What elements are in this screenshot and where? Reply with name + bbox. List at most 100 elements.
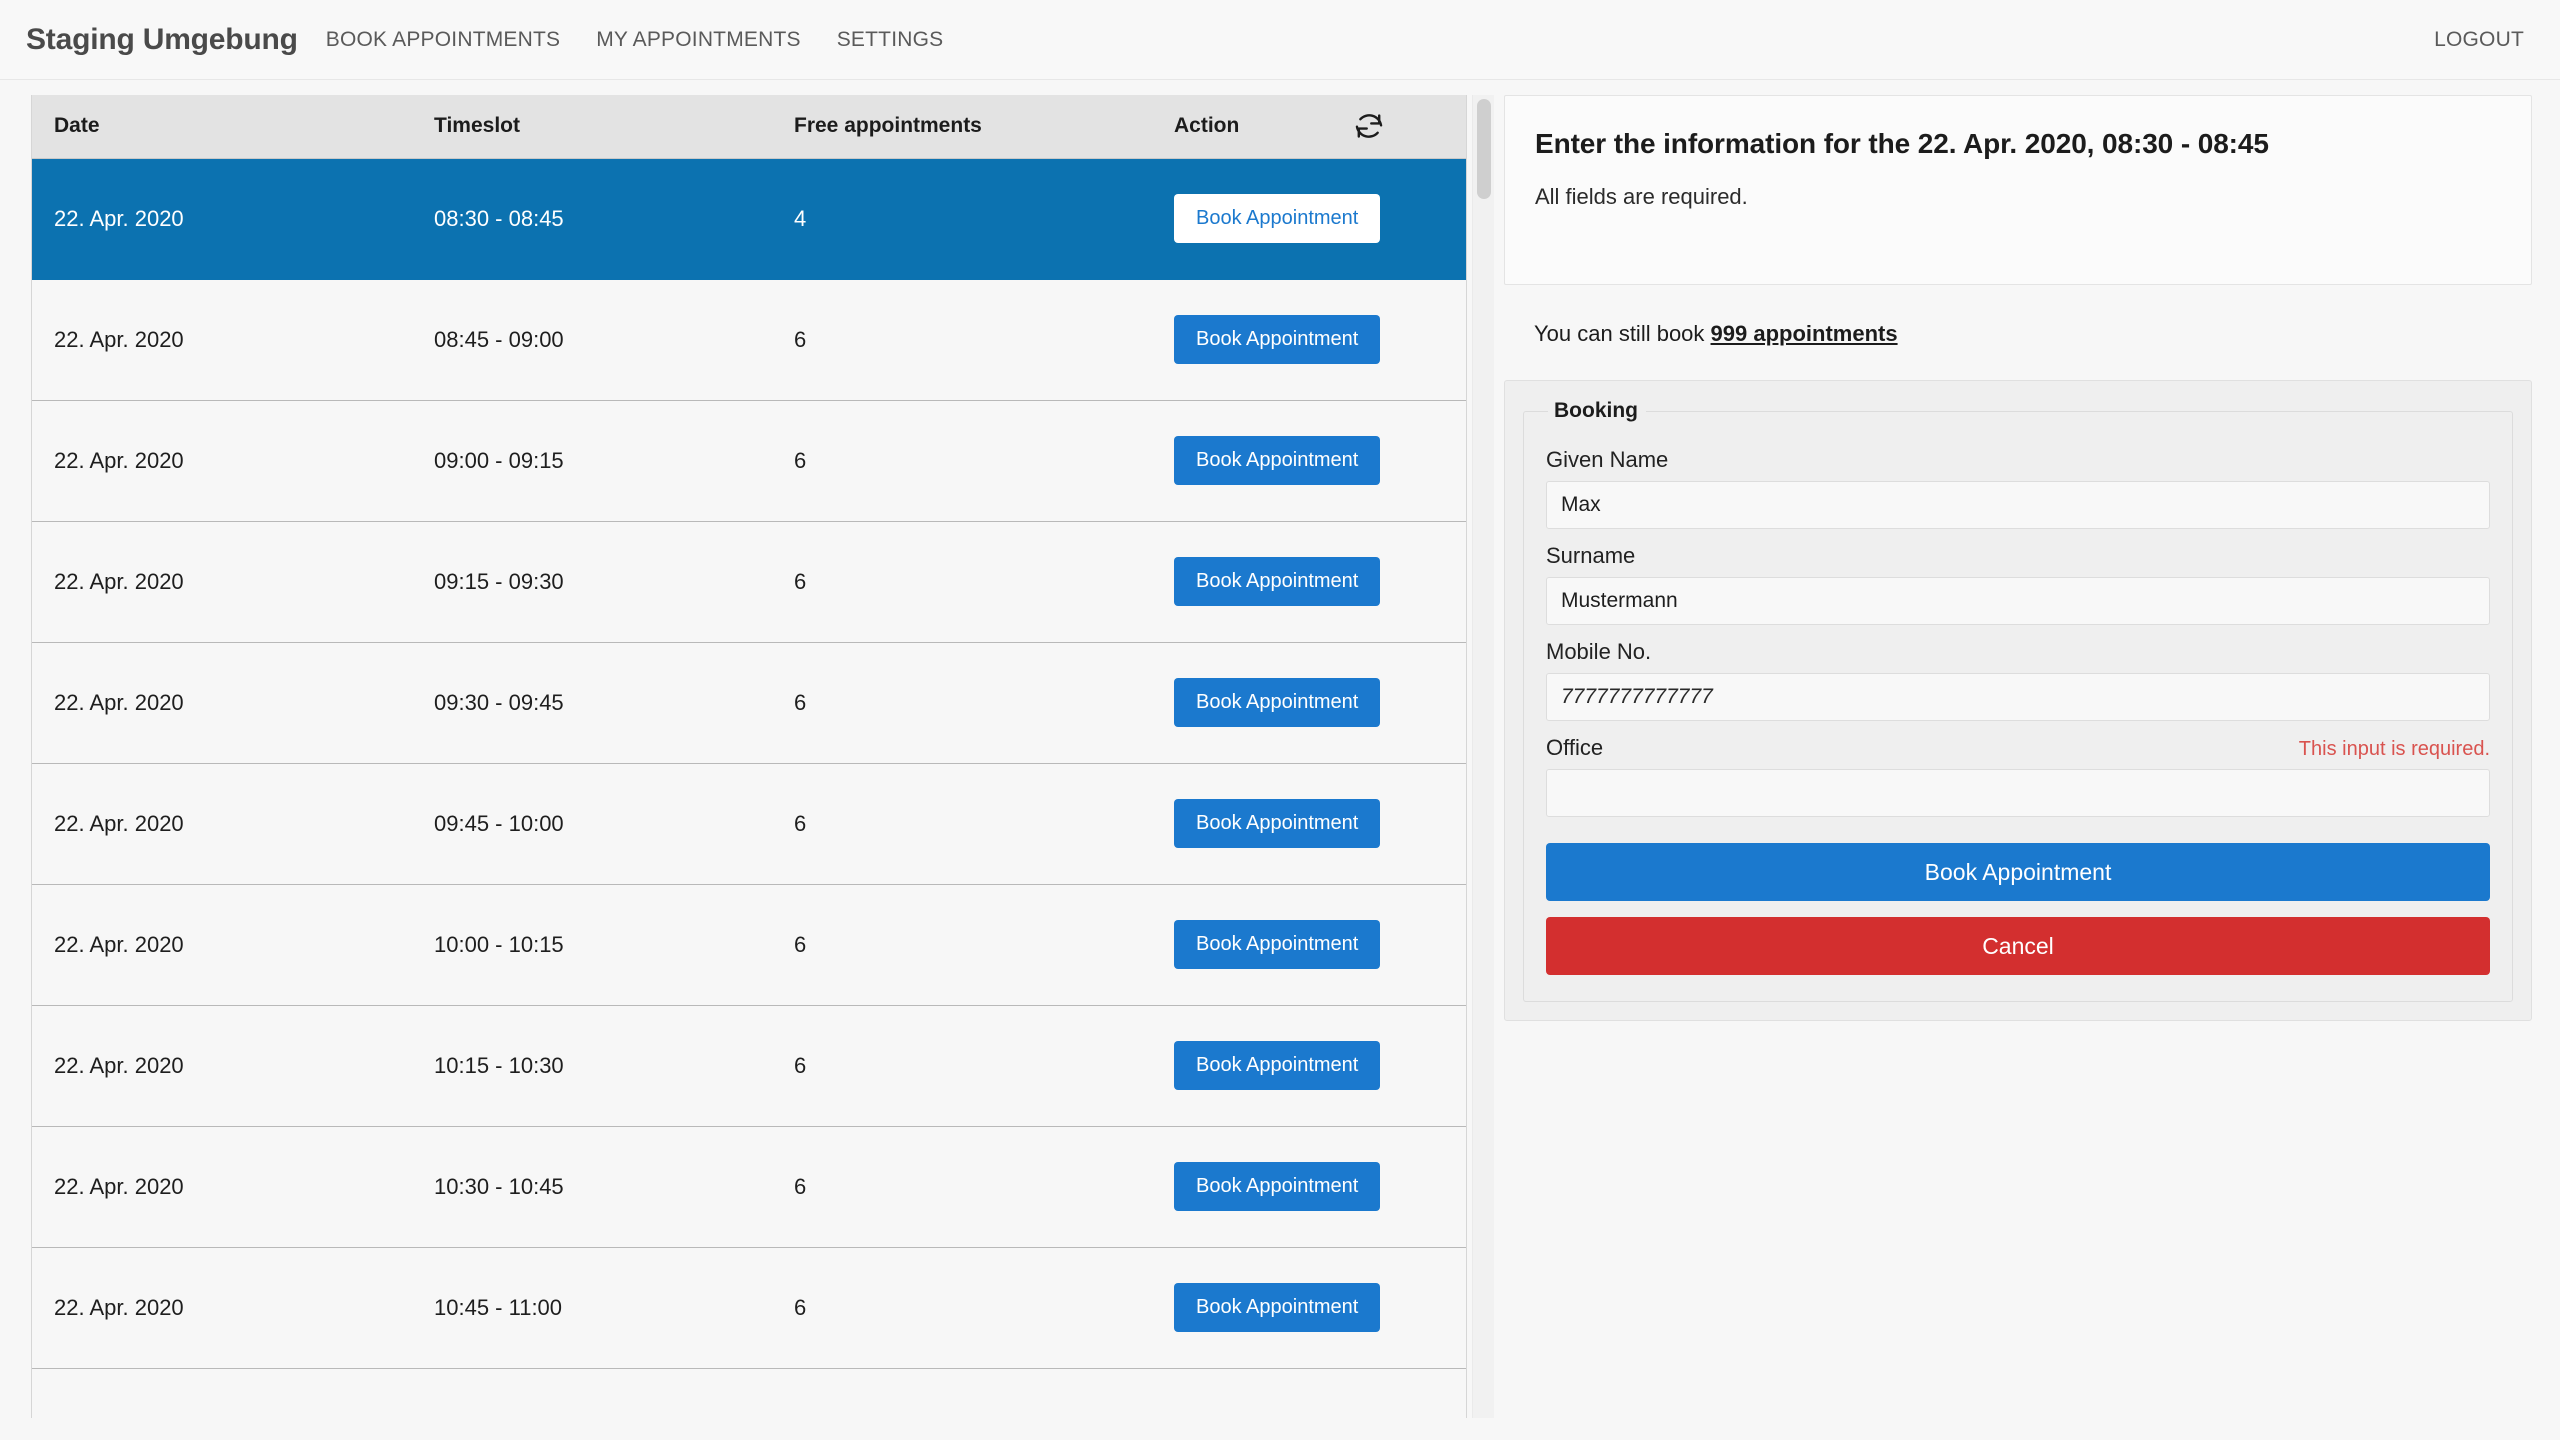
table-row[interactable]: 22. Apr. 202010:30 - 10:456 Book Appointm…: [32, 1126, 1466, 1247]
given-name-input[interactable]: [1546, 481, 2490, 529]
office-error-message: This input is required.: [2299, 738, 2490, 761]
row-book-appointment-button[interactable]: Book Appointment: [1174, 194, 1380, 243]
table-row[interactable]: 22. Apr. 202009:45 - 10:006Book Appointm…: [32, 763, 1466, 884]
row-book-appointment-button[interactable]: Book Appointment: [1174, 678, 1380, 727]
table-row[interactable]: 22. Apr. 202010:15 - 10:306 Book Appointm…: [32, 1005, 1466, 1126]
cell-timeslot: 10:45 - 11:00: [412, 1247, 772, 1368]
top-navbar: Staging Umgebung BOOK APPOINTMENTS MY AP…: [0, 0, 2560, 80]
booking-fieldset: Booking Given Name Surname Mobile No.: [1523, 399, 2513, 1002]
info-card-subtitle: All fields are required.: [1535, 184, 2501, 210]
cell-free-appointments: 6: [772, 1005, 1152, 1126]
row-book-appointment-button[interactable]: Book Appointment: [1174, 1283, 1380, 1332]
surname-input[interactable]: [1546, 577, 2490, 625]
label-office: Office: [1546, 735, 1603, 761]
cell-date: 22. Apr. 2020: [32, 158, 412, 279]
booking-side-panel: Enter the information for the 22. Apr. 2…: [1504, 95, 2532, 1021]
cell-date: 22. Apr. 2020: [32, 1005, 412, 1126]
nav-right-group: LOGOUT: [2434, 28, 2524, 52]
field-mobile-no: Mobile No.: [1546, 639, 2490, 721]
nav-item-my-appointments[interactable]: MY APPOINTMENTS: [596, 28, 800, 52]
nav-item-settings[interactable]: SETTINGS: [837, 28, 944, 52]
row-book-appointment-button[interactable]: Book Appointment: [1174, 315, 1380, 364]
table-row[interactable]: [32, 1368, 1466, 1418]
field-head-office: Office This input is required.: [1546, 735, 2490, 761]
table-scrollbar-thumb[interactable]: [1477, 99, 1491, 199]
quota-line: You can still book 999 appointments: [1534, 321, 2532, 347]
table-head: Date Timeslot Free appointments Action: [32, 95, 1466, 158]
cell-date: 22. Apr. 2020: [32, 1247, 412, 1368]
table-row[interactable]: 22. Apr. 202008:45 - 09:006Book Appointm…: [32, 279, 1466, 400]
cell-timeslot: 08:45 - 09:00: [412, 279, 772, 400]
cell-timeslot: 09:15 - 09:30: [412, 521, 772, 642]
cell-action: Book Appointment: [1152, 642, 1466, 763]
cell-action: Book Appointment: [1152, 158, 1466, 279]
cell-date: 22. Apr. 2020: [32, 1126, 412, 1247]
cell-timeslot: 09:00 - 09:15: [412, 400, 772, 521]
booking-fieldset-legend: Booking: [1548, 399, 1646, 423]
table-row[interactable]: 22. Apr. 202009:30 - 09:456Book Appointm…: [32, 642, 1466, 763]
table-body: 22. Apr. 202008:30 - 08:454Book Appointm…: [32, 158, 1466, 1418]
field-head-surname: Surname: [1546, 543, 2490, 569]
cell-free-appointments: 6: [772, 400, 1152, 521]
row-book-appointment-button[interactable]: Book Appointment: [1174, 436, 1380, 485]
quota-value: 999 appointments: [1711, 321, 1898, 346]
column-header-free-appointments[interactable]: Free appointments: [772, 95, 1152, 158]
cell-free-appointments: 6: [772, 521, 1152, 642]
page-content: Date Timeslot Free appointments Action: [0, 81, 2560, 1440]
cell-action: Book Appointment: [1152, 763, 1466, 884]
cell-date: 22. Apr. 2020: [32, 884, 412, 1005]
row-book-appointment-button[interactable]: Book Appointment: [1174, 1041, 1380, 1090]
nav-links: BOOK APPOINTMENTS MY APPOINTMENTS SETTIN…: [326, 28, 944, 52]
table-row[interactable]: 22. Apr. 202009:15 - 09:306 Book Appointm…: [32, 521, 1466, 642]
cell-timeslot: [412, 1368, 772, 1418]
cell-date: 22. Apr. 2020: [32, 763, 412, 884]
row-book-appointment-button[interactable]: Book Appointment: [1174, 557, 1380, 606]
logout-link[interactable]: LOGOUT: [2434, 28, 2524, 52]
book-appointment-submit-button[interactable]: Book Appointment: [1546, 843, 2490, 901]
cell-free-appointments: [772, 1368, 1152, 1418]
row-book-appointment-button[interactable]: Book Appointment: [1174, 799, 1380, 848]
cell-timeslot: 10:00 - 10:15: [412, 884, 772, 1005]
field-head-given-name: Given Name: [1546, 447, 2490, 473]
cell-timeslot: 10:30 - 10:45: [412, 1126, 772, 1247]
label-given-name: Given Name: [1546, 447, 1668, 473]
cell-free-appointments: 6: [772, 642, 1152, 763]
cell-date: 22. Apr. 2020: [32, 400, 412, 521]
field-head-mobile-no: Mobile No.: [1546, 639, 2490, 665]
cell-timeslot: 10:15 - 10:30: [412, 1005, 772, 1126]
column-header-action: Action: [1152, 95, 1352, 158]
cancel-button[interactable]: Cancel: [1546, 917, 2490, 975]
row-book-appointment-button[interactable]: Book Appointment: [1174, 920, 1380, 969]
column-header-timeslot[interactable]: Timeslot: [412, 95, 772, 158]
info-card-title: Enter the information for the 22. Apr. 2…: [1535, 128, 2501, 160]
appointments-table: Date Timeslot Free appointments Action: [32, 95, 1466, 1418]
cell-timeslot: 08:30 - 08:45: [412, 158, 772, 279]
table-row[interactable]: 22. Apr. 202008:30 - 08:454 Book Appointm…: [32, 158, 1466, 279]
table-row[interactable]: 22. Apr. 202009:00 - 09:156 Book Appointm…: [32, 400, 1466, 521]
column-header-date[interactable]: Date: [32, 95, 412, 158]
mobile-no-input[interactable]: [1546, 673, 2490, 721]
cell-action: Book Appointment: [1152, 1247, 1466, 1368]
label-surname: Surname: [1546, 543, 1635, 569]
info-card: Enter the information for the 22. Apr. 2…: [1504, 95, 2532, 285]
cell-free-appointments: 6: [772, 1126, 1152, 1247]
nav-item-book-appointments[interactable]: BOOK APPOINTMENTS: [326, 28, 560, 52]
cell-free-appointments: 4: [772, 158, 1152, 279]
table-scrollbar[interactable]: [1472, 95, 1494, 1418]
cell-action: Book Appointment: [1152, 521, 1466, 642]
cell-timeslot: 09:45 - 10:00: [412, 763, 772, 884]
cell-date: 22. Apr. 2020: [32, 521, 412, 642]
row-book-appointment-button[interactable]: Book Appointment: [1174, 1162, 1380, 1211]
refresh-icon[interactable]: [1352, 109, 1386, 143]
cell-free-appointments: 6: [772, 279, 1152, 400]
quota-prefix: You can still book: [1534, 321, 1711, 346]
cell-action: Book Appointment: [1152, 884, 1466, 1005]
field-office: Office This input is required.: [1546, 735, 2490, 817]
booking-form-panel: Booking Given Name Surname Mobile No.: [1504, 380, 2532, 1021]
cell-action: Book Appointment: [1152, 400, 1466, 521]
office-input[interactable]: [1546, 769, 2490, 817]
table-row[interactable]: 22. Apr. 202010:00 - 10:156 Book Appointm…: [32, 884, 1466, 1005]
cell-free-appointments: 6: [772, 884, 1152, 1005]
appointments-table-container: Date Timeslot Free appointments Action: [31, 95, 1467, 1418]
table-row[interactable]: 22. Apr. 202010:45 - 11:006Book Appointm…: [32, 1247, 1466, 1368]
